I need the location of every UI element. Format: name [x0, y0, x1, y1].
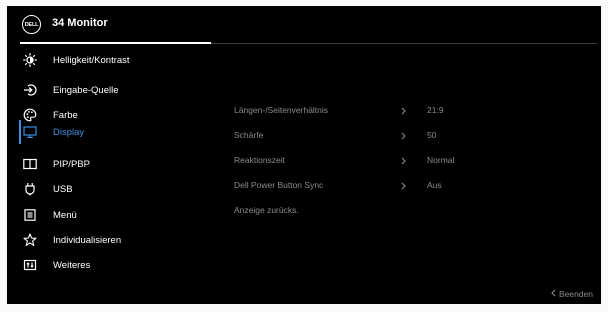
menu-item-input-source[interactable]: Eingabe-Quelle — [22, 78, 212, 102]
setting-value: Normal — [427, 155, 455, 165]
setting-sharpness[interactable]: Schärfe 50 — [234, 130, 594, 146]
active-indicator — [19, 120, 21, 144]
chevron-right-icon — [401, 107, 406, 117]
menu-item-label: Weiteres — [53, 259, 91, 271]
menu-item-label: Individualisieren — [53, 234, 122, 246]
menu-item-display[interactable]: Display — [22, 120, 212, 144]
osd-main-menu: Helligkeit/Kontrast Eingabe-Quelle Farbe… — [7, 6, 217, 304]
menu-item-others[interactable]: Weiteres — [22, 253, 212, 277]
setting-value: 21:9 — [427, 105, 444, 115]
menu-item-label: Eingabe-Quelle — [53, 84, 119, 96]
chevron-left-icon — [551, 289, 559, 299]
setting-label: Anzeige zurücks. — [234, 205, 299, 215]
menu-item-brightness-contrast[interactable]: Helligkeit/Kontrast — [22, 48, 212, 72]
setting-label: Längen-/Seitenverhältnis — [234, 105, 329, 115]
osd-window: DELL 34 Monitor Helligkeit/Kontrast Eing… — [7, 6, 601, 304]
setting-display-reset[interactable]: Anzeige zurücks. — [234, 205, 594, 221]
menu-item-label: Display — [53, 126, 85, 138]
chevron-right-icon — [401, 182, 406, 192]
menu-item-label: PIP/PBP — [53, 158, 90, 170]
menu-item-personalize[interactable]: Individualisieren — [22, 228, 212, 252]
setting-aspect-ratio[interactable]: Längen-/Seitenverhältnis 21:9 — [234, 105, 594, 121]
setting-label: Reaktionszeit — [234, 155, 286, 165]
display-icon — [23, 125, 37, 139]
menu-icon — [23, 208, 37, 222]
menu-item-label: USB — [53, 183, 73, 195]
others-icon — [23, 258, 37, 272]
chevron-right-icon — [401, 157, 406, 167]
header-divider — [211, 42, 597, 44]
menu-item-label: Menü — [53, 209, 77, 221]
setting-response-time[interactable]: Reaktionszeit Normal — [234, 155, 594, 171]
setting-label: Schärfe — [234, 130, 264, 140]
menu-item-label: Helligkeit/Kontrast — [53, 54, 130, 66]
star-icon — [23, 233, 37, 247]
exit-label: Beenden — [558, 289, 593, 299]
menu-item-menu[interactable]: Menü — [22, 203, 212, 227]
usb-icon — [23, 182, 37, 196]
menu-item-label: Farbe — [53, 109, 78, 121]
chevron-right-icon — [401, 132, 406, 142]
setting-value: Aus — [427, 180, 442, 190]
input-source-icon — [23, 83, 37, 97]
setting-label: Dell Power Button Sync — [234, 180, 324, 190]
brightness-icon — [23, 53, 37, 67]
setting-value: 50 — [427, 130, 437, 140]
exit-button[interactable]: Beenden — [551, 289, 593, 299]
setting-power-button-sync[interactable]: Dell Power Button Sync Aus — [234, 180, 594, 196]
menu-item-usb[interactable]: USB — [22, 177, 212, 201]
menu-item-pip-pbp[interactable]: PIP/PBP — [22, 152, 212, 176]
pip-pbp-icon — [23, 157, 37, 171]
